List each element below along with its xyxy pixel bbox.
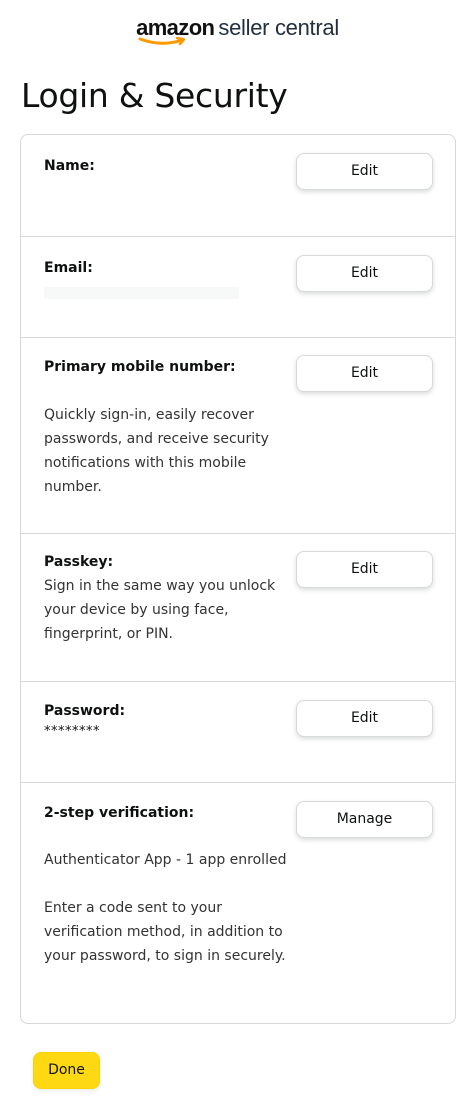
two-step-label: 2-step verification: (44, 805, 195, 821)
amazon-seller-central-logo: amazon seller central (0, 14, 475, 46)
name-section: Name: Edit (21, 135, 455, 237)
manage-two-step-button[interactable]: Manage (296, 801, 433, 838)
password-section: Password: ******** Edit (21, 682, 455, 783)
email-value-redacted (44, 287, 239, 299)
edit-mobile-button[interactable]: Edit (296, 355, 433, 392)
amazon-smile-icon (138, 37, 186, 46)
edit-name-button[interactable]: Edit (296, 153, 433, 190)
mobile-label: Primary mobile number: (44, 359, 236, 375)
done-button[interactable]: Done (33, 1052, 100, 1089)
mobile-description: Quickly sign-in, easily recover password… (44, 407, 269, 495)
password-label: Password: (44, 703, 126, 719)
two-step-verification-section: 2-step verification: Authenticator App -… (21, 783, 455, 1023)
mobile-section: Primary mobile number: Quickly sign-in, … (21, 338, 455, 534)
two-step-description: Enter a code sent to your verification m… (44, 900, 286, 964)
login-security-card: Name: Edit Email: Edit Primary mobile nu… (20, 134, 456, 1024)
passkey-description: Sign in the same way you unlock your dev… (44, 578, 276, 642)
edit-password-button[interactable]: Edit (296, 700, 433, 737)
logo-product-text: seller central (218, 15, 339, 40)
page-title: Login & Security (21, 76, 288, 115)
passkey-section: Passkey: Sign in the same way you unlock… (21, 534, 455, 682)
passkey-label: Passkey: (44, 554, 114, 570)
logo-brand: amazon (136, 14, 215, 46)
password-masked-value: ******** (44, 724, 100, 739)
email-section: Email: Edit (21, 237, 455, 338)
email-label: Email: (44, 260, 93, 276)
name-label: Name: (44, 158, 95, 174)
edit-passkey-button[interactable]: Edit (296, 551, 433, 588)
two-step-status: Authenticator App - 1 app enrolled (44, 852, 287, 868)
edit-email-button[interactable]: Edit (296, 255, 433, 292)
